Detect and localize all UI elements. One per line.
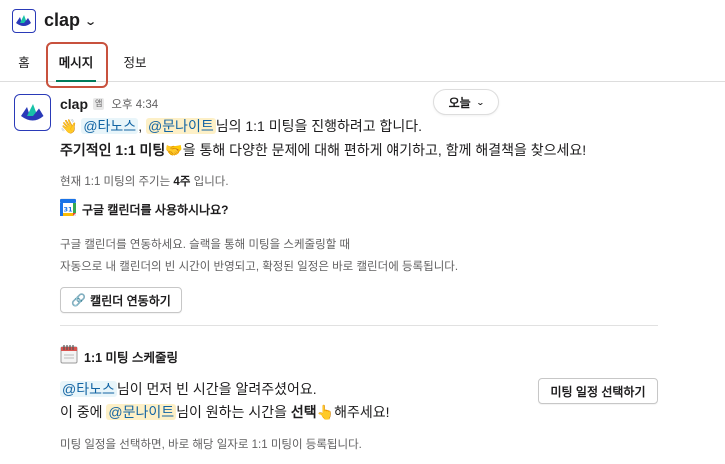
date-divider-button[interactable]: 오늘 ⌄ xyxy=(433,89,499,115)
sender-name[interactable]: clap xyxy=(60,96,88,112)
gcal-description-2: 자동으로 내 캘린더의 빈 시간이 반영되고, 확정된 일정은 바로 캘린더에 … xyxy=(60,261,459,273)
gcal-question: 구글 캘린더를 사용하시나요? xyxy=(82,203,229,217)
header: clap ⌄ xyxy=(0,0,725,42)
tab-messages-label: 메시지 xyxy=(58,56,94,70)
line2-text: 을 통해 다양한 문제에 대해 편하게 얘기하고, 함께 해결책을 찾으세요! xyxy=(182,142,587,158)
chevron-down-icon: ⌄ xyxy=(84,16,98,28)
spiral-calendar-icon xyxy=(60,344,78,364)
app-title-dropdown[interactable]: clap ⌄ xyxy=(44,10,98,31)
message-line-1: 👋 @타노스, @문나이트 님의 1:1 미팅을 진행하려고 합니다. xyxy=(60,116,422,136)
cycle-prefix: 현재 1:1 미팅의 주기는 xyxy=(60,176,171,188)
cycle-info: 현재 1:1 미팅의 주기는 4주 입니다. xyxy=(60,173,229,189)
line2-bold: 주기적인 1:1 미팅 xyxy=(60,142,166,158)
scheduling-title: 1:1 미팅 스케줄링 xyxy=(84,351,179,365)
connect-calendar-button[interactable]: 🔗 캘린더 연동하기 xyxy=(60,287,182,313)
active-tab-indicator xyxy=(56,80,96,82)
gcal-description-1: 구글 캘린더를 연동하세요. 슬랙을 통해 미팅을 스케줄링할 때 xyxy=(60,239,351,251)
link-icon: 🔗 xyxy=(71,293,87,307)
tab-info[interactable]: 정보 xyxy=(121,44,149,82)
cycle-value: 4주 xyxy=(173,176,191,188)
sched-line2-mid: 님이 원하는 시간을 xyxy=(176,404,287,420)
app-badge: 앱 xyxy=(93,98,105,110)
comma: , xyxy=(138,118,143,134)
tab-home[interactable]: 홈 xyxy=(17,44,31,82)
section-divider xyxy=(60,325,658,326)
mention-thanos[interactable]: @타노스 xyxy=(60,381,117,397)
date-label: 오늘 xyxy=(448,95,471,110)
handshake-icon: 🤝 xyxy=(165,143,183,159)
clap-logo-icon xyxy=(12,9,36,33)
sched-line1-text: 님이 먼저 빈 시간을 알려주셨어요. xyxy=(116,381,317,397)
avatar[interactable] xyxy=(14,94,51,131)
sched-line-1: @타노스 님이 먼저 빈 시간을 알려주셨어요. xyxy=(60,379,317,399)
connect-calendar-label: 캘린더 연동하기 xyxy=(90,293,171,308)
cycle-suffix: 입니다. xyxy=(193,176,229,188)
tab-bar: 홈 메시지 정보 xyxy=(0,44,725,82)
select-meeting-time-button[interactable]: 미팅 일정 선택하기 xyxy=(538,378,658,404)
message-line-2: 주기적인 1:1 미팅🤝을 통해 다양한 문제에 대해 편하게 얘기하고, 함께… xyxy=(60,140,586,160)
line1-text: 님의 1:1 미팅을 진행하려고 합니다. xyxy=(215,118,423,134)
app-title: clap xyxy=(44,10,81,30)
tab-messages[interactable]: 메시지 xyxy=(56,44,96,82)
footer-note: 미팅 일정을 선택하면, 바로 해당 일자로 1:1 미팅이 등록됩니다. xyxy=(60,439,362,451)
message-header: clap 앱 오후 4:34 xyxy=(60,95,158,113)
mention-moonknight[interactable]: @문나이트 xyxy=(106,404,177,420)
svg-text:31: 31 xyxy=(63,206,73,214)
sched-line2-prefix: 이 중에 xyxy=(60,404,103,420)
pointing-up-icon: 👆 xyxy=(316,405,335,421)
sched-line-2: 이 중에 @문나이트 님이 원하는 시간을 선택👆해주세요! xyxy=(60,402,390,422)
timestamp[interactable]: 오후 4:34 xyxy=(111,96,158,112)
sched-line2-suffix: 해주세요! xyxy=(334,404,390,420)
mention-thanos[interactable]: @타노스 xyxy=(81,118,139,134)
waving-hand-icon: 👋 xyxy=(60,119,78,135)
select-meeting-time-label: 미팅 일정 선택하기 xyxy=(550,384,646,399)
google-calendar-icon: 31 xyxy=(59,198,77,217)
chevron-down-icon: ⌄ xyxy=(475,97,485,107)
sched-line2-bold: 선택 xyxy=(290,404,317,420)
mention-moonknight[interactable]: @문나이트 xyxy=(145,118,216,134)
